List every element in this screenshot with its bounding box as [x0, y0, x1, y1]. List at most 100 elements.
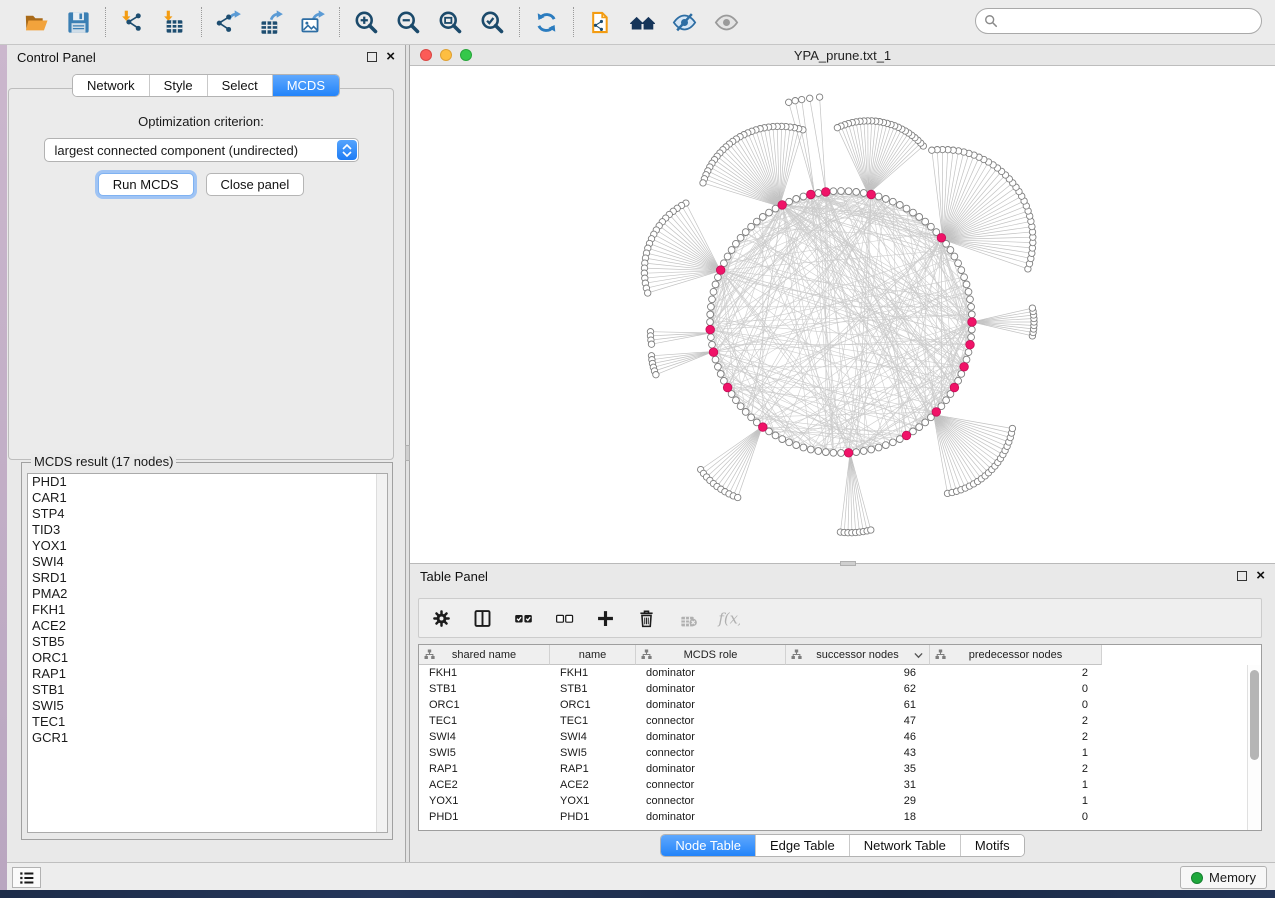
mcds-result-item[interactable]: CAR1: [28, 490, 387, 506]
float-table-panel-icon[interactable]: [1237, 571, 1247, 581]
export-image-icon[interactable]: [296, 6, 329, 39]
hide-selected-icon[interactable]: [668, 6, 701, 39]
tab-network[interactable]: Network: [73, 75, 150, 96]
close-table-panel-icon[interactable]: ×: [1256, 571, 1265, 581]
mcds-result-list[interactable]: PHD1CAR1STP4TID3YOX1SWI4SRD1PMA2FKH1ACE2…: [27, 473, 388, 833]
cell-name: PHD1: [550, 811, 636, 823]
cell-successor_nodes: 43: [786, 747, 930, 759]
mcds-result-item[interactable]: GCR1: [28, 730, 387, 746]
mcds-result-item[interactable]: PMA2: [28, 586, 387, 602]
cell-predecessor_nodes: 0: [930, 699, 1102, 711]
mcds-result-item[interactable]: YOX1: [28, 538, 387, 554]
tab-node-table[interactable]: Node Table: [661, 835, 756, 856]
clone-network-icon[interactable]: [584, 6, 617, 39]
table-row[interactable]: SWI4SWI4dominator462: [419, 729, 1247, 745]
tab-network-table[interactable]: Network Table: [850, 835, 961, 856]
save-session-icon[interactable]: [62, 6, 95, 39]
mcds-result-item[interactable]: ORC1: [28, 650, 387, 666]
network-graph[interactable]: [410, 66, 1275, 563]
settings-gear-icon[interactable]: [429, 606, 453, 630]
mcds-result-item[interactable]: SWI5: [28, 698, 387, 714]
column-type-icon: [791, 649, 802, 660]
close-panel-button[interactable]: Close panel: [206, 173, 305, 196]
export-network-icon[interactable]: [212, 6, 245, 39]
run-mcds-button[interactable]: Run MCDS: [98, 173, 194, 196]
table-row[interactable]: PHD1PHD1dominator180: [419, 809, 1247, 825]
mcds-result-item[interactable]: ACE2: [28, 618, 387, 634]
tab-edge-table[interactable]: Edge Table: [756, 835, 850, 856]
mcds-result-item[interactable]: SRD1: [28, 570, 387, 586]
select-all-icon[interactable]: [511, 606, 535, 630]
cell-name: SWI5: [550, 747, 636, 759]
zoom-fit-icon[interactable]: [434, 6, 467, 39]
column-header-successor_nodes[interactable]: successor nodes: [786, 645, 930, 665]
zoom-in-icon[interactable]: [350, 6, 383, 39]
search-icon: [984, 14, 998, 28]
float-panel-icon[interactable]: [367, 52, 377, 62]
mcds-result-item[interactable]: FKH1: [28, 602, 387, 618]
list-icon: [18, 869, 36, 887]
table-scrollbar[interactable]: [1247, 665, 1261, 830]
desktop-edge-bottom: [0, 890, 1275, 898]
column-label: successor nodes: [816, 649, 899, 661]
task-history-button[interactable]: [12, 867, 41, 888]
table-row[interactable]: TEC1TEC1connector472: [419, 713, 1247, 729]
table-scrollbar-thumb[interactable]: [1250, 670, 1259, 760]
table-row[interactable]: ACE2ACE2connector311: [419, 777, 1247, 793]
zoom-out-icon[interactable]: [392, 6, 425, 39]
close-panel-icon[interactable]: ×: [386, 52, 395, 62]
delete-column-icon[interactable]: [634, 606, 658, 630]
open-file-icon[interactable]: [20, 6, 53, 39]
search-input[interactable]: [998, 14, 1261, 29]
table-row[interactable]: RAP1RAP1dominator352: [419, 761, 1247, 777]
cell-shared_name: ORC1: [419, 699, 550, 711]
memory-label: Memory: [1209, 870, 1256, 885]
add-column-icon[interactable]: [593, 606, 617, 630]
import-network-icon[interactable]: [116, 6, 149, 39]
show-all-icon[interactable]: [710, 6, 743, 39]
column-header-name[interactable]: name: [550, 645, 636, 665]
cell-mcds_role: dominator: [636, 683, 786, 695]
node-table: shared namenameMCDS role successor nodes p…: [418, 644, 1262, 831]
memory-button[interactable]: Memory: [1180, 866, 1267, 889]
export-table-icon[interactable]: [254, 6, 287, 39]
network-canvas[interactable]: [410, 66, 1275, 563]
tab-style[interactable]: Style: [150, 75, 208, 96]
tab-mcds[interactable]: MCDS: [273, 75, 339, 96]
table-row[interactable]: SWI5SWI5connector431: [419, 745, 1247, 761]
import-table-icon[interactable]: [158, 6, 191, 39]
mcds-result-item[interactable]: SWI4: [28, 554, 387, 570]
mcds-result-item[interactable]: STB5: [28, 634, 387, 650]
table-row[interactable]: STB1STB1dominator620: [419, 681, 1247, 697]
column-header-mcds_role[interactable]: MCDS role: [636, 645, 786, 665]
column-header-predecessor_nodes[interactable]: predecessor nodes: [930, 645, 1102, 665]
cell-predecessor_nodes: 0: [930, 811, 1102, 823]
mcds-result-item[interactable]: TID3: [28, 522, 387, 538]
tab-select[interactable]: Select: [208, 75, 273, 96]
show-columns-icon[interactable]: [470, 606, 494, 630]
refresh-network-icon[interactable]: [530, 6, 563, 39]
mcds-result-item[interactable]: PHD1: [28, 474, 387, 490]
table-row[interactable]: FKH1FKH1dominator962: [419, 665, 1247, 681]
mcds-result-item[interactable]: RAP1: [28, 666, 387, 682]
column-header-shared_name[interactable]: shared name: [419, 645, 550, 665]
tab-motifs[interactable]: Motifs: [961, 835, 1024, 856]
horizontal-splitter-grip[interactable]: [840, 561, 856, 566]
mcds-result-item[interactable]: TEC1: [28, 714, 387, 730]
cell-mcds_role: connector: [636, 715, 786, 727]
column-label: predecessor nodes: [969, 649, 1063, 661]
main-toolbar: [0, 0, 1275, 45]
mcds-result-item[interactable]: STP4: [28, 506, 387, 522]
criterion-select[interactable]: largest connected component (undirected): [44, 138, 359, 162]
zoom-selected-icon[interactable]: [476, 6, 509, 39]
deselect-all-icon[interactable]: [552, 606, 576, 630]
first-neighbors-icon[interactable]: [626, 6, 659, 39]
svg-text:f(x): f(x): [717, 609, 740, 627]
mcds-result-item[interactable]: STB1: [28, 682, 387, 698]
cell-predecessor_nodes: 1: [930, 779, 1102, 791]
network-titlebar[interactable]: YPA_prune.txt_1: [410, 45, 1275, 66]
mcds-list-scrollbar[interactable]: [376, 474, 387, 832]
search-box[interactable]: [975, 8, 1262, 34]
table-row[interactable]: YOX1YOX1connector291: [419, 793, 1247, 809]
table-row[interactable]: ORC1ORC1dominator610: [419, 697, 1247, 713]
